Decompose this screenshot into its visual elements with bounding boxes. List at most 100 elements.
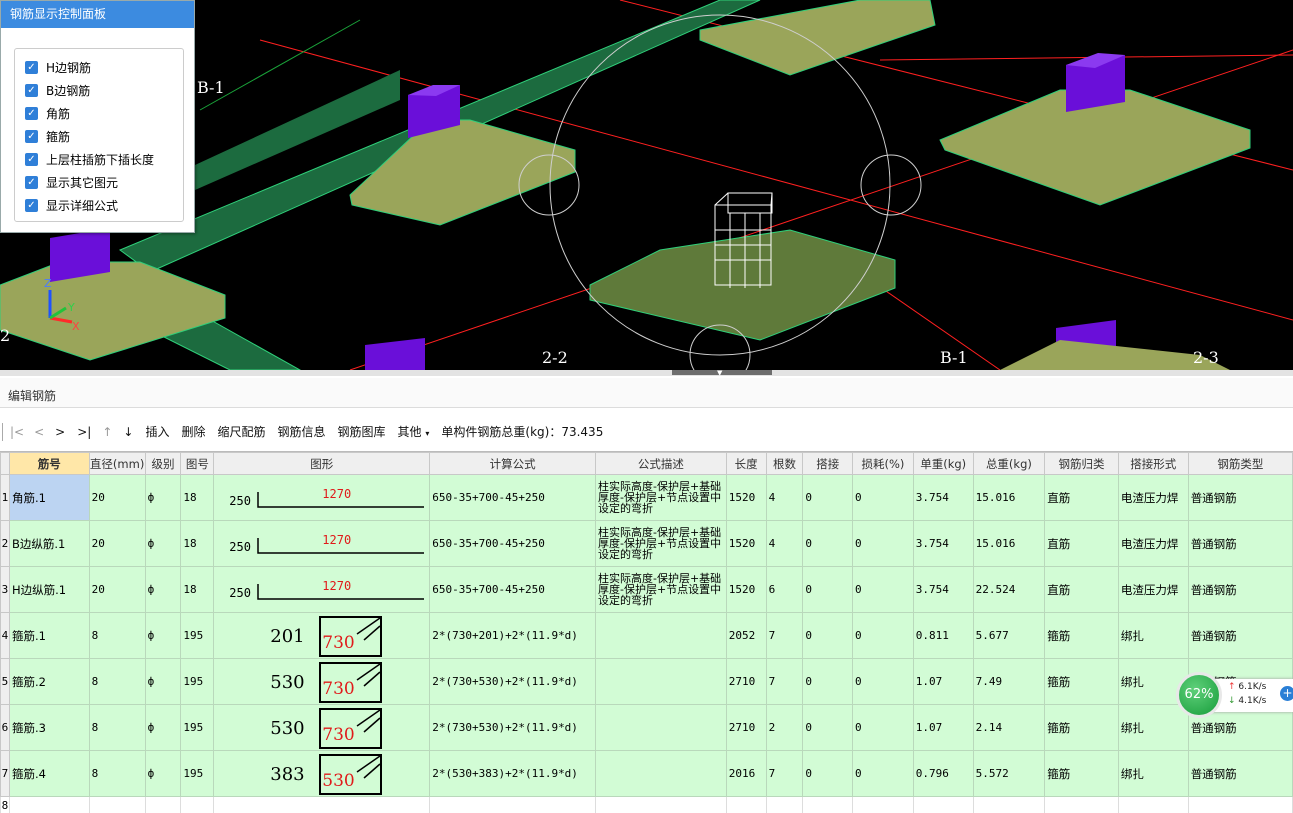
empty-cell[interactable] [213,796,431,813]
cell-desc[interactable] [594,704,727,751]
cell-name[interactable]: B边纵筋.1 [8,520,90,567]
first-record-button[interactable]: |< [5,425,29,439]
table-row[interactable]: 7 箍筋.4 8 ф 195 383 530 2*(530+383)+2*(11.9*d) 20… [0,750,1293,797]
empty-cell[interactable] [765,796,804,813]
empty-cell[interactable] [802,796,854,813]
cell-desc[interactable]: 柱实际高度-保护层+基础厚度-保护层+节点设置中设定的弯折 [594,474,727,521]
check-icon[interactable]: ✓ [25,129,38,143]
check-icon[interactable]: ✓ [25,83,38,97]
cell-cat[interactable]: 箍筋 [1044,612,1119,659]
check-icon[interactable]: ✓ [25,175,38,189]
cell-formula[interactable]: 2*(730+530)+2*(11.9*d) [429,704,596,751]
cell-lap[interactable]: 0 [802,658,854,705]
cell-total[interactable]: 5.677 [972,612,1046,659]
cell-fig[interactable]: 18 [180,474,215,521]
other-menu-button[interactable]: 其他 ▾ [392,423,436,440]
empty-cell[interactable] [594,796,727,813]
empty-row[interactable]: 8 [0,796,1293,813]
cell-loss[interactable]: 0 [852,474,914,521]
row-number[interactable]: 5 [0,658,10,705]
empty-cell[interactable] [1117,796,1189,813]
empty-cell[interactable] [972,796,1046,813]
column-header[interactable]: 直径(mm) [88,452,146,475]
cell-dia[interactable]: 20 [88,566,146,613]
cell-count[interactable]: 7 [765,658,804,705]
check-icon[interactable]: ✓ [25,106,38,120]
cell-total[interactable]: 7.49 [972,658,1046,705]
cell-formula[interactable]: 650-35+700-45+250 [429,474,596,521]
empty-cell[interactable] [1044,796,1119,813]
column-header[interactable]: 图形 [213,452,431,475]
cell-formula[interactable]: 650-35+700-45+250 [429,520,596,567]
cell-loss[interactable]: 0 [852,658,914,705]
cell-dia[interactable]: 8 [88,612,146,659]
cell-loss[interactable]: 0 [852,520,914,567]
cell-total[interactable]: 22.524 [972,566,1046,613]
checkbox-show-other[interactable]: ✓ 显示其它图元 [25,173,118,191]
table-row[interactable]: 3 H边纵筋.1 20 ф 18 250 1270 650-35+700-45+250 柱实际高… [0,566,1293,613]
cell-lap_type[interactable]: 电渣压力焊 [1117,474,1189,521]
cell-len[interactable]: 2016 [725,750,767,797]
column-header[interactable]: 总重(kg) [972,452,1046,475]
cell-loss[interactable]: 0 [852,750,914,797]
3d-viewport[interactable]: Z Y X B-1 2-2 B-1 2-3 2 钢筋显示控制面板 ✓ H边钢筋 ✓… [0,0,1293,370]
empty-cell[interactable] [852,796,914,813]
shape-cell[interactable]: 383 530 [213,750,431,797]
last-record-button[interactable]: >| [71,425,97,439]
table-row[interactable]: 4 箍筋.1 8 ф 195 201 730 2*(730+201)+2*(11.9*d) 20… [0,612,1293,659]
cell-desc[interactable]: 柱实际高度-保护层+基础厚度-保护层+节点设置中设定的弯折 [594,520,727,567]
cell-cat[interactable]: 直筋 [1044,566,1119,613]
cell-name[interactable]: 箍筋.1 [8,612,90,659]
cell-len[interactable]: 2052 [725,612,767,659]
cell-type[interactable]: 普通钢筋 [1187,520,1293,567]
cell-fig[interactable]: 195 [180,750,215,797]
rebar-info-button[interactable]: 钢筋信息 [272,423,332,440]
cell-unit[interactable]: 0.796 [912,750,974,797]
cell-desc[interactable] [594,750,727,797]
checkbox-corner-rebar[interactable]: ✓ 角筋 [25,104,70,122]
cell-name[interactable]: H边纵筋.1 [8,566,90,613]
cell-cat[interactable]: 箍筋 [1044,658,1119,705]
chevron-down-icon[interactable]: ▼ [717,369,722,377]
cell-cat[interactable]: 箍筋 [1044,750,1119,797]
cell-dia[interactable]: 20 [88,474,146,521]
cell-fig[interactable]: 195 [180,658,215,705]
empty-cell[interactable] [725,796,767,813]
cell-lap[interactable]: 0 [802,566,854,613]
cell-unit[interactable]: 0.811 [912,612,974,659]
cell-grade[interactable]: ф [144,658,182,705]
cell-fig[interactable]: 18 [180,520,215,567]
cell-unit[interactable]: 3.754 [912,474,974,521]
cell-unit[interactable]: 1.07 [912,704,974,751]
column-header[interactable]: 搭接形式 [1117,452,1189,475]
empty-cell[interactable] [1187,796,1293,813]
cell-lap[interactable]: 0 [802,520,854,567]
cell-formula[interactable]: 2*(530+383)+2*(11.9*d) [429,750,596,797]
cell-desc[interactable] [594,658,727,705]
cell-grade[interactable]: ф [144,704,182,751]
column-header[interactable]: 公式描述 [594,452,727,475]
cell-name[interactable]: 箍筋.3 [8,704,90,751]
cell-cat[interactable]: 箍筋 [1044,704,1119,751]
cell-len[interactable]: 1520 [725,520,767,567]
row-number[interactable]: 8 [0,796,10,813]
empty-cell[interactable] [912,796,974,813]
cell-desc[interactable] [594,612,727,659]
column-header[interactable]: 损耗(%) [852,452,914,475]
table-row[interactable]: 6 箍筋.3 8 ф 195 530 730 2*(730+530)+2*(11.9*d) 27… [0,704,1293,751]
cell-type[interactable]: 普通钢筋 [1187,612,1293,659]
cell-lap[interactable]: 0 [802,612,854,659]
check-icon[interactable]: ✓ [25,198,38,212]
row-number[interactable]: 6 [0,704,10,751]
cell-len[interactable]: 1520 [725,474,767,521]
move-down-button[interactable]: ↓ [117,425,139,439]
shape-cell[interactable]: 250 1270 [213,520,431,567]
column-header[interactable]: 钢筋类型 [1187,452,1293,475]
shape-cell[interactable]: 530 730 [213,704,431,751]
cell-total[interactable]: 15.016 [972,474,1046,521]
delete-button[interactable]: 删除 [175,423,211,440]
cell-total[interactable]: 2.14 [972,704,1046,751]
expand-plus-icon[interactable]: + [1280,686,1293,701]
empty-cell[interactable] [8,796,90,813]
cell-unit[interactable]: 3.754 [912,520,974,567]
